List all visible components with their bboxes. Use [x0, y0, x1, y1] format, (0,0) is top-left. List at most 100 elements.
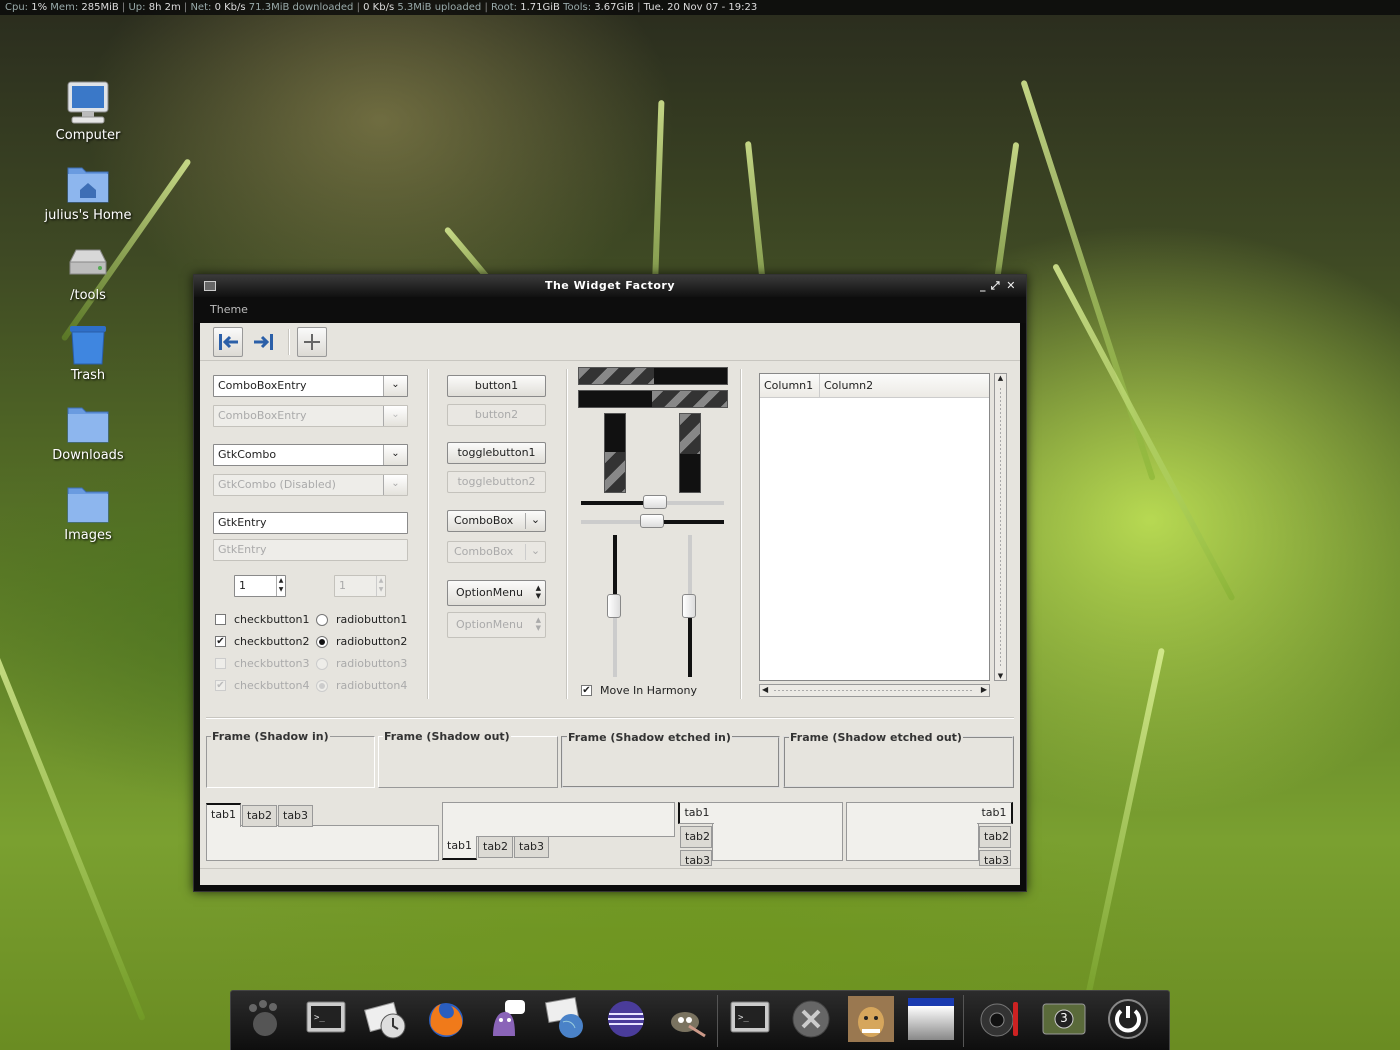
togglebutton1[interactable]: togglebutton1: [447, 442, 546, 464]
notebook-left-tab3[interactable]: tab3: [680, 850, 712, 866]
notebook-right-tab3[interactable]: tab3: [979, 850, 1011, 866]
checkbutton2[interactable]: ✔: [215, 636, 226, 647]
speaker-icon[interactable]: [977, 996, 1023, 1042]
frame-label: Frame (Shadow out): [383, 730, 511, 743]
maximize-icon[interactable]: ⤢: [991, 275, 1000, 297]
notebook-top-tab2[interactable]: tab2: [242, 805, 278, 827]
combo-box-entry[interactable]: ComboBoxEntry ⌄: [213, 375, 408, 397]
notebook-left-tab2[interactable]: tab2: [680, 826, 712, 848]
gtk-combo[interactable]: GtkCombo ⌄: [213, 444, 408, 466]
pidgin-icon[interactable]: [483, 996, 529, 1042]
notebook-left-tab1[interactable]: tab1: [678, 802, 714, 824]
notebook-top-tab3[interactable]: tab3: [278, 805, 314, 827]
chevron-down-icon: ⌄: [525, 513, 545, 529]
scroll-down-icon[interactable]: ▼: [995, 672, 1006, 680]
tree-view[interactable]: Column1 Column2: [759, 373, 990, 681]
radiobutton2[interactable]: [316, 636, 328, 648]
desktop-icon-tools[interactable]: /tools: [40, 240, 136, 303]
power-icon[interactable]: [1105, 996, 1151, 1042]
uptime-value: 8h 2m: [148, 2, 181, 13]
menu-theme[interactable]: Theme: [210, 303, 248, 316]
svg-text:>_: >_: [314, 1013, 325, 1023]
hscale-handle[interactable]: [643, 495, 667, 509]
notebook-bottom-tab1[interactable]: tab1: [442, 836, 478, 860]
gtk-entry-text: GtkEntry: [218, 516, 267, 529]
button1[interactable]: button1: [447, 375, 546, 397]
workspace-switcher-icon[interactable]: 3: [1041, 996, 1087, 1042]
gnome-foot-icon[interactable]: [241, 996, 287, 1042]
goto-first-button[interactable]: [213, 327, 243, 357]
terminal-icon[interactable]: >_: [727, 996, 773, 1042]
net-downloaded: 71.3MiB downloaded: [248, 2, 354, 13]
gimp-icon[interactable]: [663, 996, 709, 1042]
option-menu-text: OptionMenu: [456, 618, 523, 631]
radiobutton1[interactable]: [316, 614, 328, 626]
scroll-left-icon[interactable]: ◀: [762, 685, 768, 694]
vscale-handle[interactable]: [682, 594, 696, 618]
goto-last-button[interactable]: [249, 327, 279, 357]
combobox[interactable]: ComboBox ⌄: [447, 510, 546, 532]
option-menu-disabled: OptionMenu ▲ ▼: [447, 612, 546, 638]
horizontal-scrollbar[interactable]: ◀ ▶: [759, 684, 990, 697]
spin-arrows-icon[interactable]: ▲ ▼: [276, 576, 285, 596]
minimize-icon[interactable]: _: [980, 275, 986, 297]
frame-shadow-out: Frame (Shadow out): [378, 730, 558, 788]
combobox-disabled: ComboBox ⌄: [447, 541, 546, 563]
close-icon[interactable]: ✕: [1006, 275, 1016, 297]
notebook-top-tab1[interactable]: tab1: [206, 803, 242, 827]
hscale-2[interactable]: [581, 514, 724, 528]
window-menu-icon[interactable]: [204, 281, 216, 291]
scroll-right-icon[interactable]: ▶: [981, 685, 987, 694]
terminal-icon[interactable]: >_: [303, 996, 349, 1042]
add-button[interactable]: [297, 327, 327, 357]
folder-icon: [64, 480, 112, 526]
combo-box-entry-text: ComboBoxEntry: [218, 379, 307, 392]
notebook-right-tab1[interactable]: tab1: [977, 802, 1013, 824]
chevron-down-icon: ⌄: [383, 406, 407, 426]
desktop-icon-downloads[interactable]: Downloads: [40, 400, 136, 463]
desktop-icon-home[interactable]: julius's Home: [40, 160, 136, 223]
tree-column1-header[interactable]: Column1: [760, 374, 820, 397]
clock: Tue. 20 Nov 07 - 19:23: [643, 2, 758, 13]
button2: button2: [447, 404, 546, 426]
column-separator: [566, 369, 567, 699]
scroll-up-icon[interactable]: ▲: [995, 374, 1006, 382]
harmony-checkbox[interactable]: ✔: [581, 685, 592, 696]
vscale-1[interactable]: [607, 535, 621, 677]
spin-button[interactable]: 1 ▲ ▼: [234, 575, 286, 597]
checkbutton1[interactable]: [215, 614, 226, 625]
tree-column2-header[interactable]: Column2: [820, 374, 930, 397]
notebook-bottom-tab3[interactable]: tab3: [514, 836, 550, 858]
close-icon[interactable]: [788, 996, 834, 1042]
cpu-label: Cpu:: [5, 2, 29, 13]
radiobutton4: [316, 680, 328, 692]
dog-photo-icon[interactable]: [848, 996, 894, 1042]
window-titlebar[interactable]: The Widget Factory _ ⤢ ✕: [194, 275, 1026, 297]
frame-shadow-etched-out: Frame (Shadow etched out): [783, 731, 1014, 788]
eclipse-icon[interactable]: [603, 996, 649, 1042]
radiobutton1-label: radiobutton1: [336, 613, 408, 626]
desktop-icon-images[interactable]: Images: [40, 480, 136, 543]
radiobutton2-label: radiobutton2: [336, 635, 408, 648]
vscale-handle[interactable]: [607, 594, 621, 618]
notebook-bottom-tab2[interactable]: tab2: [478, 836, 514, 858]
vscale-2[interactable]: [682, 535, 696, 677]
progress-bar-horizontal-reversed: [578, 390, 728, 408]
option-menu[interactable]: OptionMenu ▲ ▼: [447, 580, 546, 606]
mail-clock-icon[interactable]: [363, 996, 409, 1042]
desktop-icon-label: Computer: [55, 128, 121, 143]
net-up-rate: 0 Kb/s: [363, 2, 395, 13]
news-globe-icon[interactable]: [543, 996, 589, 1042]
tools-label: Tools:: [563, 2, 592, 13]
hscale-handle[interactable]: [640, 514, 664, 528]
hscale-1[interactable]: [581, 495, 724, 509]
firefox-icon[interactable]: [423, 996, 469, 1042]
desktop-icon-computer[interactable]: Computer: [40, 80, 136, 143]
vertical-scrollbar[interactable]: ▲ ▼: [994, 373, 1007, 681]
desktop-icon-trash[interactable]: Trash: [40, 320, 136, 383]
chevron-down-icon[interactable]: ⌄: [383, 445, 407, 465]
gtk-entry[interactable]: GtkEntry: [213, 512, 408, 534]
chevron-down-icon[interactable]: ⌄: [383, 376, 407, 396]
notebook-right-tab2[interactable]: tab2: [979, 826, 1011, 848]
window-icon[interactable]: [908, 996, 954, 1042]
